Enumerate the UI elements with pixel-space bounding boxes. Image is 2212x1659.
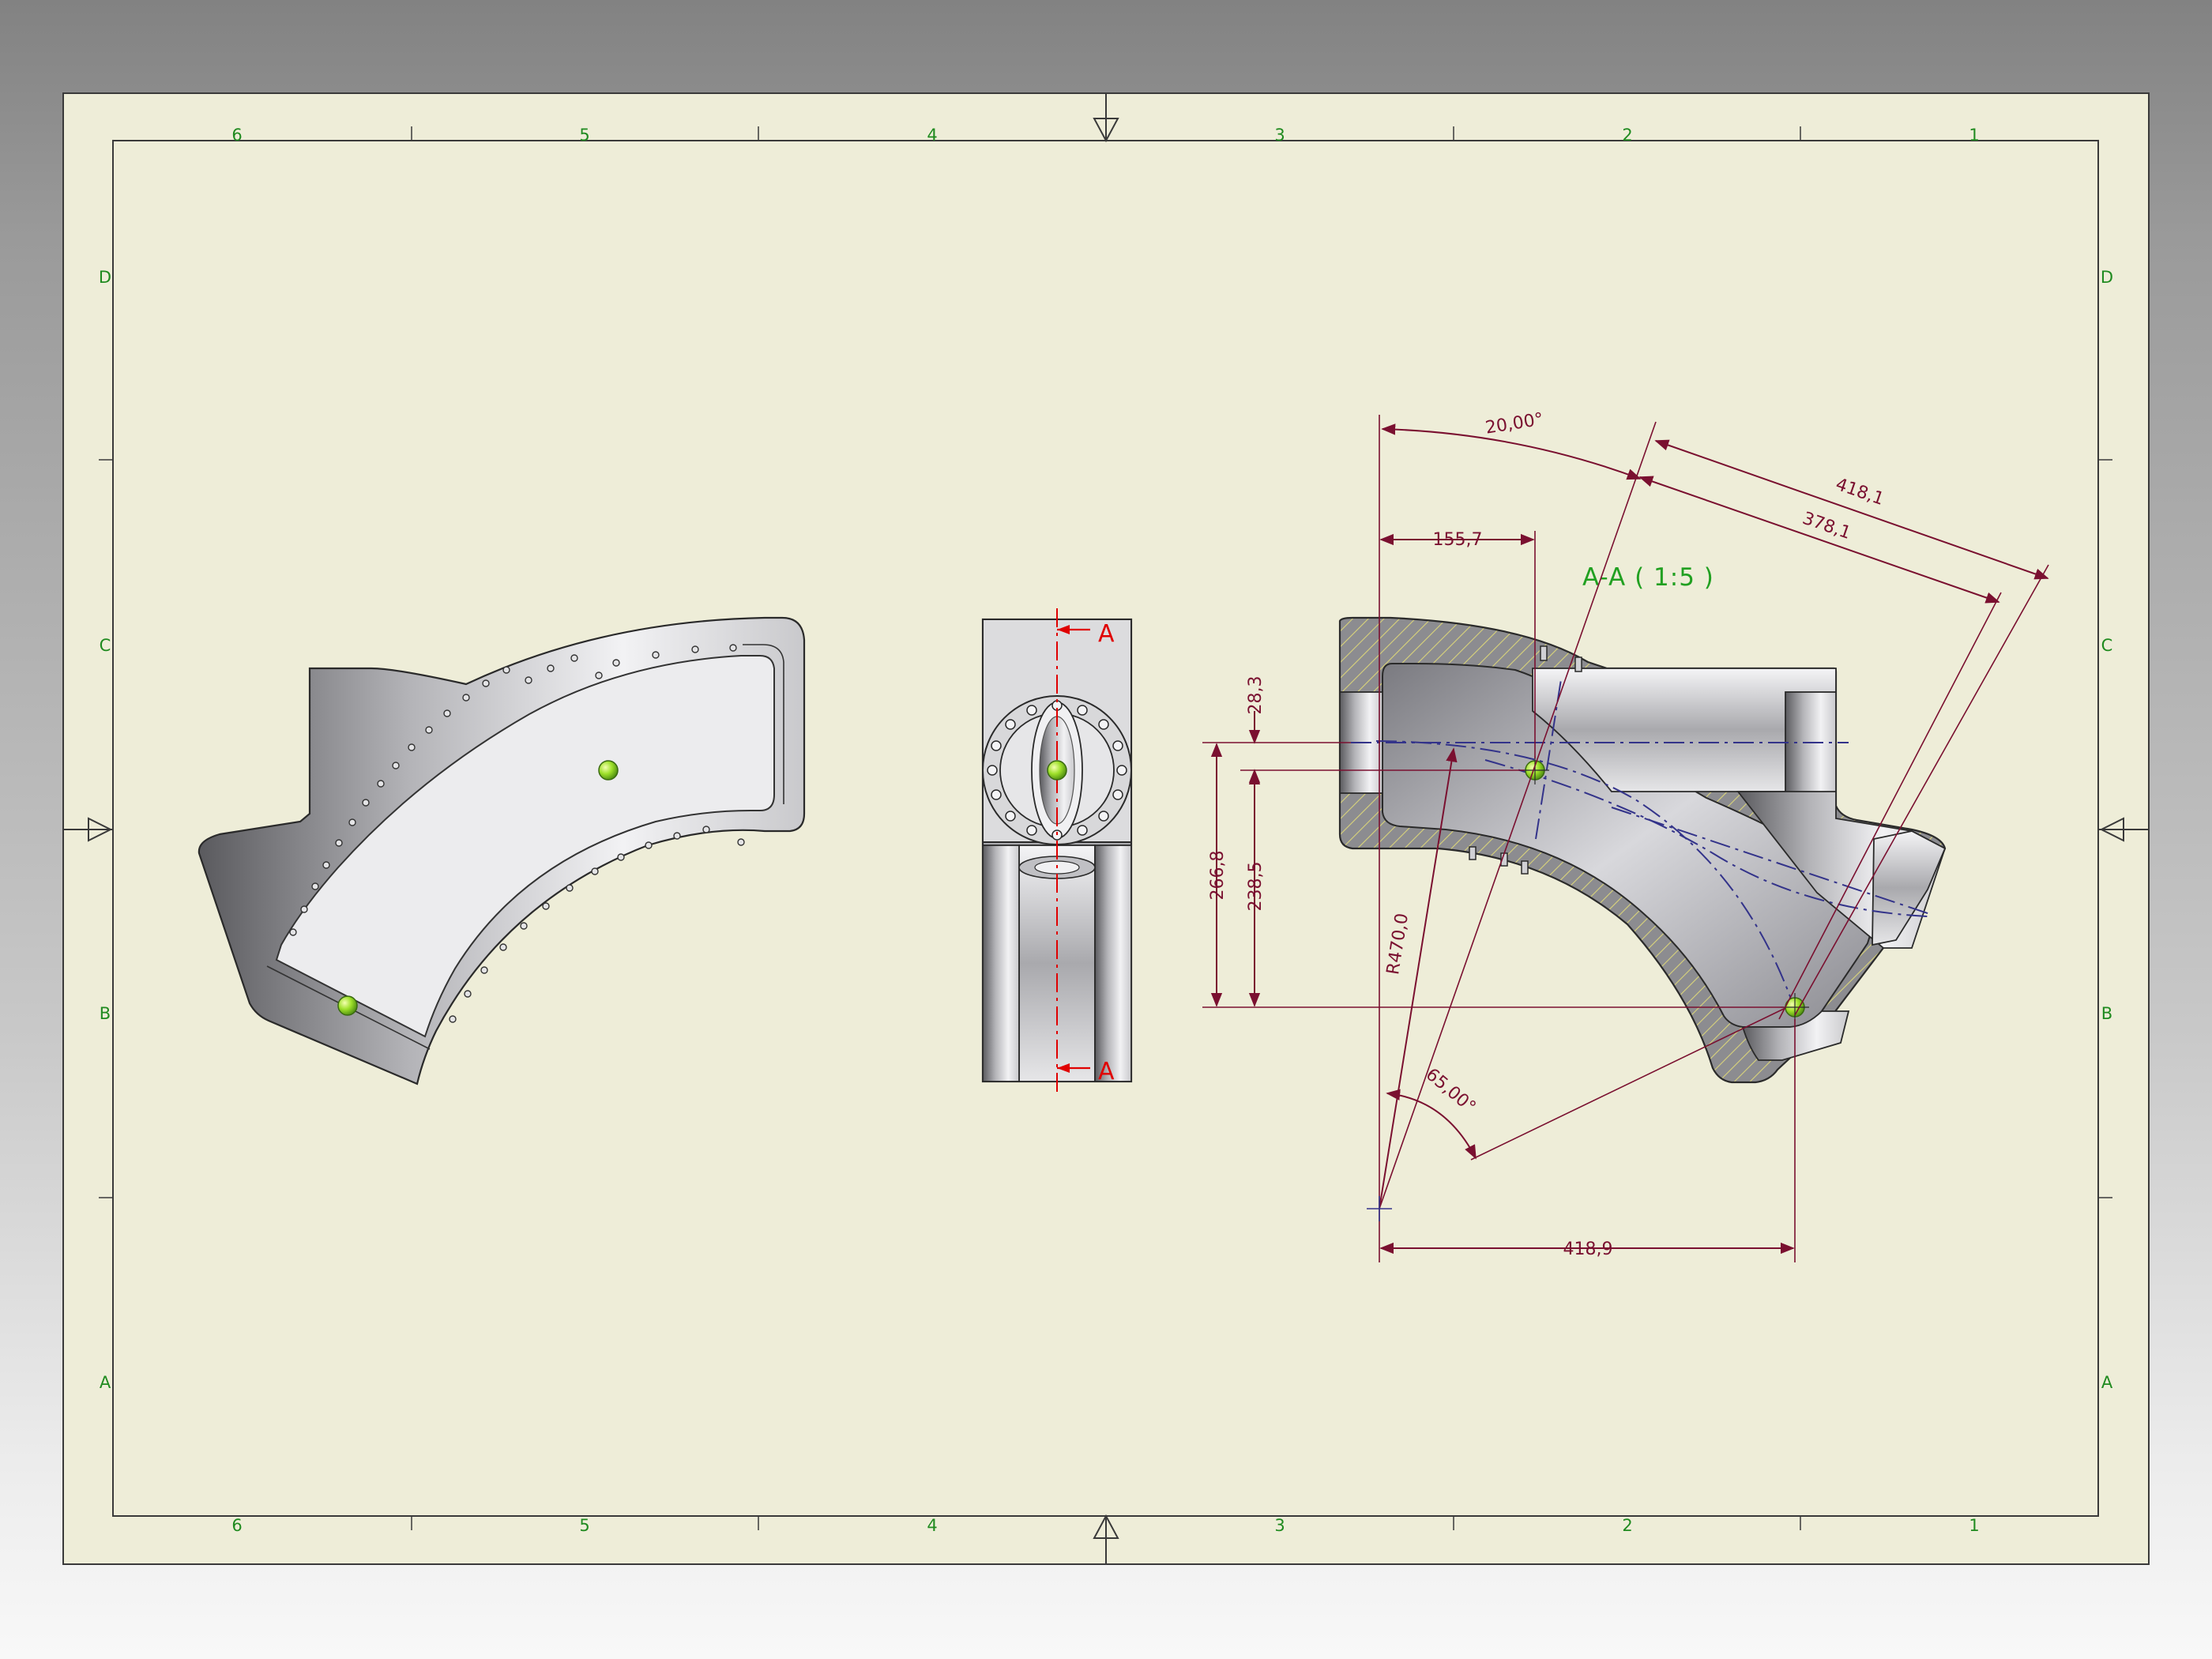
side-view-left-rib [982, 845, 1020, 1082]
dim-text-418-9: 418,9 [1563, 1240, 1613, 1259]
zone-row-left-C: C [100, 636, 111, 655]
cut-label-bottom: A [1098, 1058, 1115, 1085]
zone-col-top-4: 4 [927, 126, 937, 145]
zone-row-right-C: C [2101, 636, 2113, 655]
zone-col-bottom-2: 2 [1622, 1516, 1632, 1535]
zone-col-bottom-1: 1 [1969, 1516, 1979, 1535]
front-view-marker-center [598, 760, 619, 781]
zone-row-right-D: D [2101, 268, 2113, 287]
dim-text-238-5: 238,5 [1246, 862, 1266, 912]
dim-text-266-8: 266,8 [1208, 851, 1228, 901]
zone-col-top-2: 2 [1622, 126, 1632, 145]
cut-label-top: A [1098, 620, 1115, 648]
zone-row-right-A: A [2101, 1373, 2113, 1392]
zone-row-left-B: B [100, 1004, 111, 1023]
zone-col-bottom-5: 5 [579, 1516, 589, 1535]
drawing-stage: 6 5 4 3 2 1 6 5 4 3 2 1 D C B A D C B A [0, 0, 2212, 1659]
dim-text-28-3: 28,3 [1246, 676, 1266, 715]
section-view-title: A-A ( 1:5 ) [1582, 563, 1714, 592]
zone-col-top-1: 1 [1969, 126, 1979, 145]
zone-row-left-A: A [100, 1373, 111, 1392]
side-view-marker [1047, 760, 1067, 781]
zone-col-bottom-6: 6 [231, 1516, 242, 1535]
zone-col-bottom-3: 3 [1274, 1516, 1285, 1535]
side-view-right-rib [1094, 845, 1132, 1082]
zone-row-right-B: B [2101, 1004, 2112, 1023]
side-view[interactable]: A A [981, 608, 1133, 1093]
zone-col-top-3: 3 [1274, 126, 1285, 145]
front-view-marker-end [337, 995, 358, 1016]
zone-col-top-6: 6 [231, 126, 242, 145]
zone-col-top-5: 5 [579, 126, 589, 145]
zone-col-bottom-4: 4 [927, 1516, 937, 1535]
zone-row-left-D: D [99, 268, 111, 287]
drawing-sheet: 6 5 4 3 2 1 6 5 4 3 2 1 D C B A D C B A [62, 92, 2150, 1565]
dim-text-155-7: 155,7 [1433, 530, 1483, 550]
